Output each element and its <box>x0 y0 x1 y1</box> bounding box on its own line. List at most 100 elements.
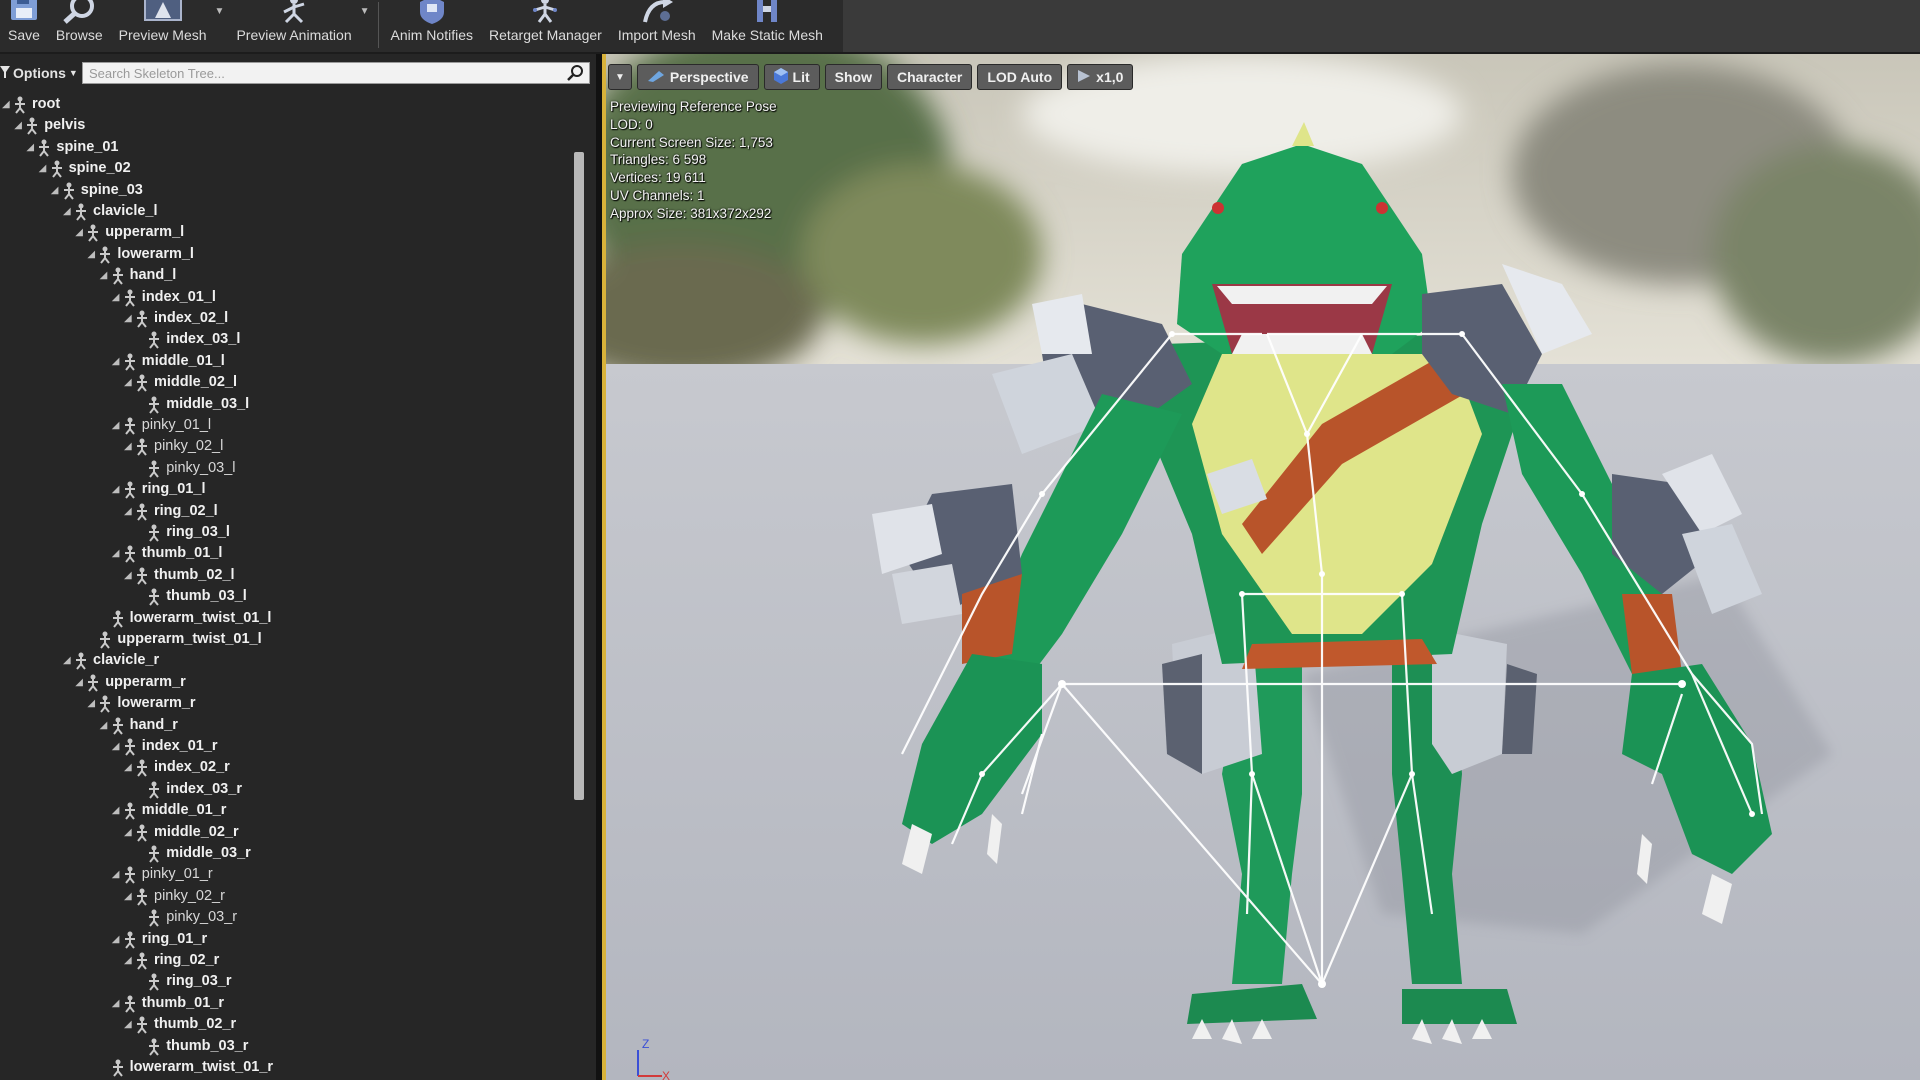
expand-arrow-icon[interactable]: ◢ <box>112 742 122 752</box>
bone-row-spine-02[interactable]: ◢ spine_02 <box>0 158 570 179</box>
bone-row-ring-02-r[interactable]: ◢ ring_02_r <box>0 950 570 971</box>
skeleton-tree-scrollbar[interactable] <box>574 152 584 800</box>
expand-arrow-icon[interactable]: ◢ <box>112 421 122 431</box>
bone-row-upperarm-l[interactable]: ◢ upperarm_l <box>0 222 570 243</box>
bone-row-pelvis[interactable]: ◢ pelvis <box>0 115 570 136</box>
bone-row-spine-01[interactable]: ◢ spine_01 <box>0 137 570 158</box>
expand-arrow-icon[interactable]: ◢ <box>112 998 122 1009</box>
expand-arrow-icon[interactable]: ◢ <box>124 891 134 902</box>
retarget-manager-button[interactable]: Retarget Manager <box>481 0 610 50</box>
preview-animation-dropdown-icon[interactable]: ▼ <box>360 6 374 17</box>
bone-row-thumb-03-r[interactable]: thumb_03_r <box>0 1036 570 1057</box>
expand-arrow-icon[interactable]: ◢ <box>124 570 134 581</box>
bone-row-lowerarm-r[interactable]: ◢ lowerarm_r <box>0 693 570 714</box>
expand-arrow-icon[interactable]: ◢ <box>112 549 122 559</box>
expand-arrow-icon[interactable]: ◢ <box>14 121 24 131</box>
expand-arrow-icon[interactable]: ◢ <box>100 271 110 281</box>
bone-row-upperarm-r[interactable]: ◢ upperarm_r <box>0 672 570 693</box>
perspective-button[interactable]: Perspective <box>636 64 759 90</box>
bone-row-middle-02-r[interactable]: ◢ middle_02_r <box>0 822 570 843</box>
bone-row-pinky-01-r[interactable]: ◢ pinky_01_r <box>0 864 570 885</box>
skeleton-search-input[interactable] <box>83 63 565 83</box>
bone-row-pinky-01-l[interactable]: ◢ pinky_01_l <box>0 415 570 436</box>
bone-row-index-01-l[interactable]: ◢ index_01_l <box>0 287 570 308</box>
bone-row-ring-03-r[interactable]: ring_03_r <box>0 971 570 992</box>
expand-arrow-icon[interactable]: ◢ <box>39 164 49 174</box>
bone-row-pinky-03-l[interactable]: pinky_03_l <box>0 458 570 479</box>
bone-row-middle-03-l[interactable]: middle_03_l <box>0 394 570 415</box>
bone-row-lowerarm-twist-01-l[interactable]: lowerarm_twist_01_l <box>0 608 570 629</box>
import-mesh-button[interactable]: Import Mesh <box>610 0 704 50</box>
bone-row-pinky-02-r[interactable]: ◢ pinky_02_r <box>0 886 570 907</box>
bone-row-thumb-02-l[interactable]: ◢ thumb_02_l <box>0 565 570 586</box>
bone-row-ring-03-l[interactable]: ring_03_l <box>0 522 570 543</box>
preview-viewport[interactable]: ▼ Perspective Lit Show Character LOD Aut… <box>602 54 1920 1080</box>
character-button[interactable]: Character <box>886 64 973 90</box>
browse-button[interactable]: Browse <box>48 0 111 50</box>
bone-row-root[interactable]: ◢ root <box>0 94 570 115</box>
bone-row-middle-01-r[interactable]: ◢ middle_01_r <box>0 800 570 821</box>
expand-arrow-icon[interactable]: ◢ <box>112 934 122 945</box>
bone-row-pinky-03-r[interactable]: pinky_03_r <box>0 907 570 928</box>
preview-animation-button[interactable]: Preview Animation <box>228 0 359 50</box>
expand-arrow-icon[interactable]: ◢ <box>124 442 134 452</box>
bone-row-index-02-r[interactable]: ◢ index_02_r <box>0 757 570 778</box>
bone-row-pinky-02-l[interactable]: ◢ pinky_02_l <box>0 436 570 457</box>
lit-button[interactable]: Lit <box>763 64 820 90</box>
expand-arrow-icon[interactable]: ◢ <box>2 100 12 110</box>
expand-arrow-icon[interactable]: ◢ <box>112 292 122 303</box>
expand-arrow-icon[interactable]: ◢ <box>112 870 122 880</box>
bone-row-index-03-r[interactable]: index_03_r <box>0 779 570 800</box>
bone-row-ring-02-l[interactable]: ◢ ring_02_l <box>0 501 570 522</box>
lod-button[interactable]: LOD Auto <box>977 64 1063 90</box>
bone-row-ring-01-r[interactable]: ◢ ring_01_r <box>0 929 570 950</box>
search-icon[interactable] <box>567 64 585 87</box>
anim-notifies-button[interactable]: Anim Notifies <box>383 0 481 50</box>
bone-row-lowerarm-twist-01-r[interactable]: lowerarm_twist_01_r <box>0 1057 570 1078</box>
playback-speed-button[interactable]: x1,0 <box>1067 64 1134 90</box>
expand-arrow-icon[interactable]: ◢ <box>112 356 122 367</box>
expand-arrow-icon[interactable]: ◢ <box>75 677 85 688</box>
expand-arrow-icon[interactable]: ◢ <box>63 656 73 666</box>
expand-arrow-icon[interactable]: ◢ <box>75 228 85 238</box>
preview-mesh-button[interactable]: Preview Mesh <box>111 0 215 50</box>
expand-arrow-icon[interactable]: ◢ <box>124 314 134 324</box>
bone-row-index-02-l[interactable]: ◢ index_02_l <box>0 308 570 329</box>
bone-row-index-03-l[interactable]: index_03_l <box>0 329 570 350</box>
expand-arrow-icon[interactable]: ◢ <box>124 956 134 966</box>
bone-row-hand-r[interactable]: ◢ hand_r <box>0 715 570 736</box>
expand-arrow-icon[interactable]: ◢ <box>112 806 122 816</box>
bone-row-clavicle-r[interactable]: ◢ clavicle_r <box>0 650 570 671</box>
show-button[interactable]: Show <box>824 64 882 90</box>
expand-arrow-icon[interactable]: ◢ <box>87 699 97 709</box>
bone-row-thumb-01-r[interactable]: ◢ thumb_01_r <box>0 993 570 1014</box>
expand-arrow-icon[interactable]: ◢ <box>124 1020 134 1030</box>
expand-arrow-icon[interactable]: ◢ <box>124 506 134 517</box>
bone-row-thumb-03-l[interactable]: thumb_03_l <box>0 586 570 607</box>
bone-row-thumb-02-r[interactable]: ◢ thumb_02_r <box>0 1014 570 1035</box>
bone-row-middle-03-r[interactable]: middle_03_r <box>0 843 570 864</box>
make-static-mesh-button[interactable]: Make Static Mesh <box>704 0 831 50</box>
bone-row-middle-02-l[interactable]: ◢ middle_02_l <box>0 372 570 393</box>
bone-row-spine-03[interactable]: ◢ spine_03 <box>0 180 570 201</box>
expand-arrow-icon[interactable]: ◢ <box>63 207 73 217</box>
preview-mesh-dropdown-icon[interactable]: ▼ <box>215 6 229 17</box>
bone-row-index-01-r[interactable]: ◢ index_01_r <box>0 736 570 757</box>
bone-row-clavicle-l[interactable]: ◢ clavicle_l <box>0 201 570 222</box>
options-dropdown[interactable]: Options ▼ <box>0 62 78 84</box>
bone-row-thumb-01-l[interactable]: ◢ thumb_01_l <box>0 543 570 564</box>
bone-row-ring-01-l[interactable]: ◢ ring_01_l <box>0 479 570 500</box>
expand-arrow-icon[interactable]: ◢ <box>124 763 134 773</box>
expand-arrow-icon[interactable]: ◢ <box>112 485 122 495</box>
bone-row-lowerarm-l[interactable]: ◢ lowerarm_l <box>0 244 570 265</box>
bone-row-upperarm-twist-01-l[interactable]: upperarm_twist_01_l <box>0 629 570 650</box>
expand-arrow-icon[interactable]: ◢ <box>87 249 97 260</box>
viewport-options-button[interactable]: ▼ <box>608 64 632 90</box>
save-button[interactable]: Save <box>0 0 48 50</box>
bone-row-middle-01-l[interactable]: ◢ middle_01_l <box>0 351 570 372</box>
expand-arrow-icon[interactable]: ◢ <box>100 720 110 731</box>
expand-arrow-icon[interactable]: ◢ <box>51 185 61 196</box>
expand-arrow-icon[interactable]: ◢ <box>124 827 134 838</box>
expand-arrow-icon[interactable]: ◢ <box>124 378 134 388</box>
expand-arrow-icon[interactable]: ◢ <box>26 142 36 153</box>
